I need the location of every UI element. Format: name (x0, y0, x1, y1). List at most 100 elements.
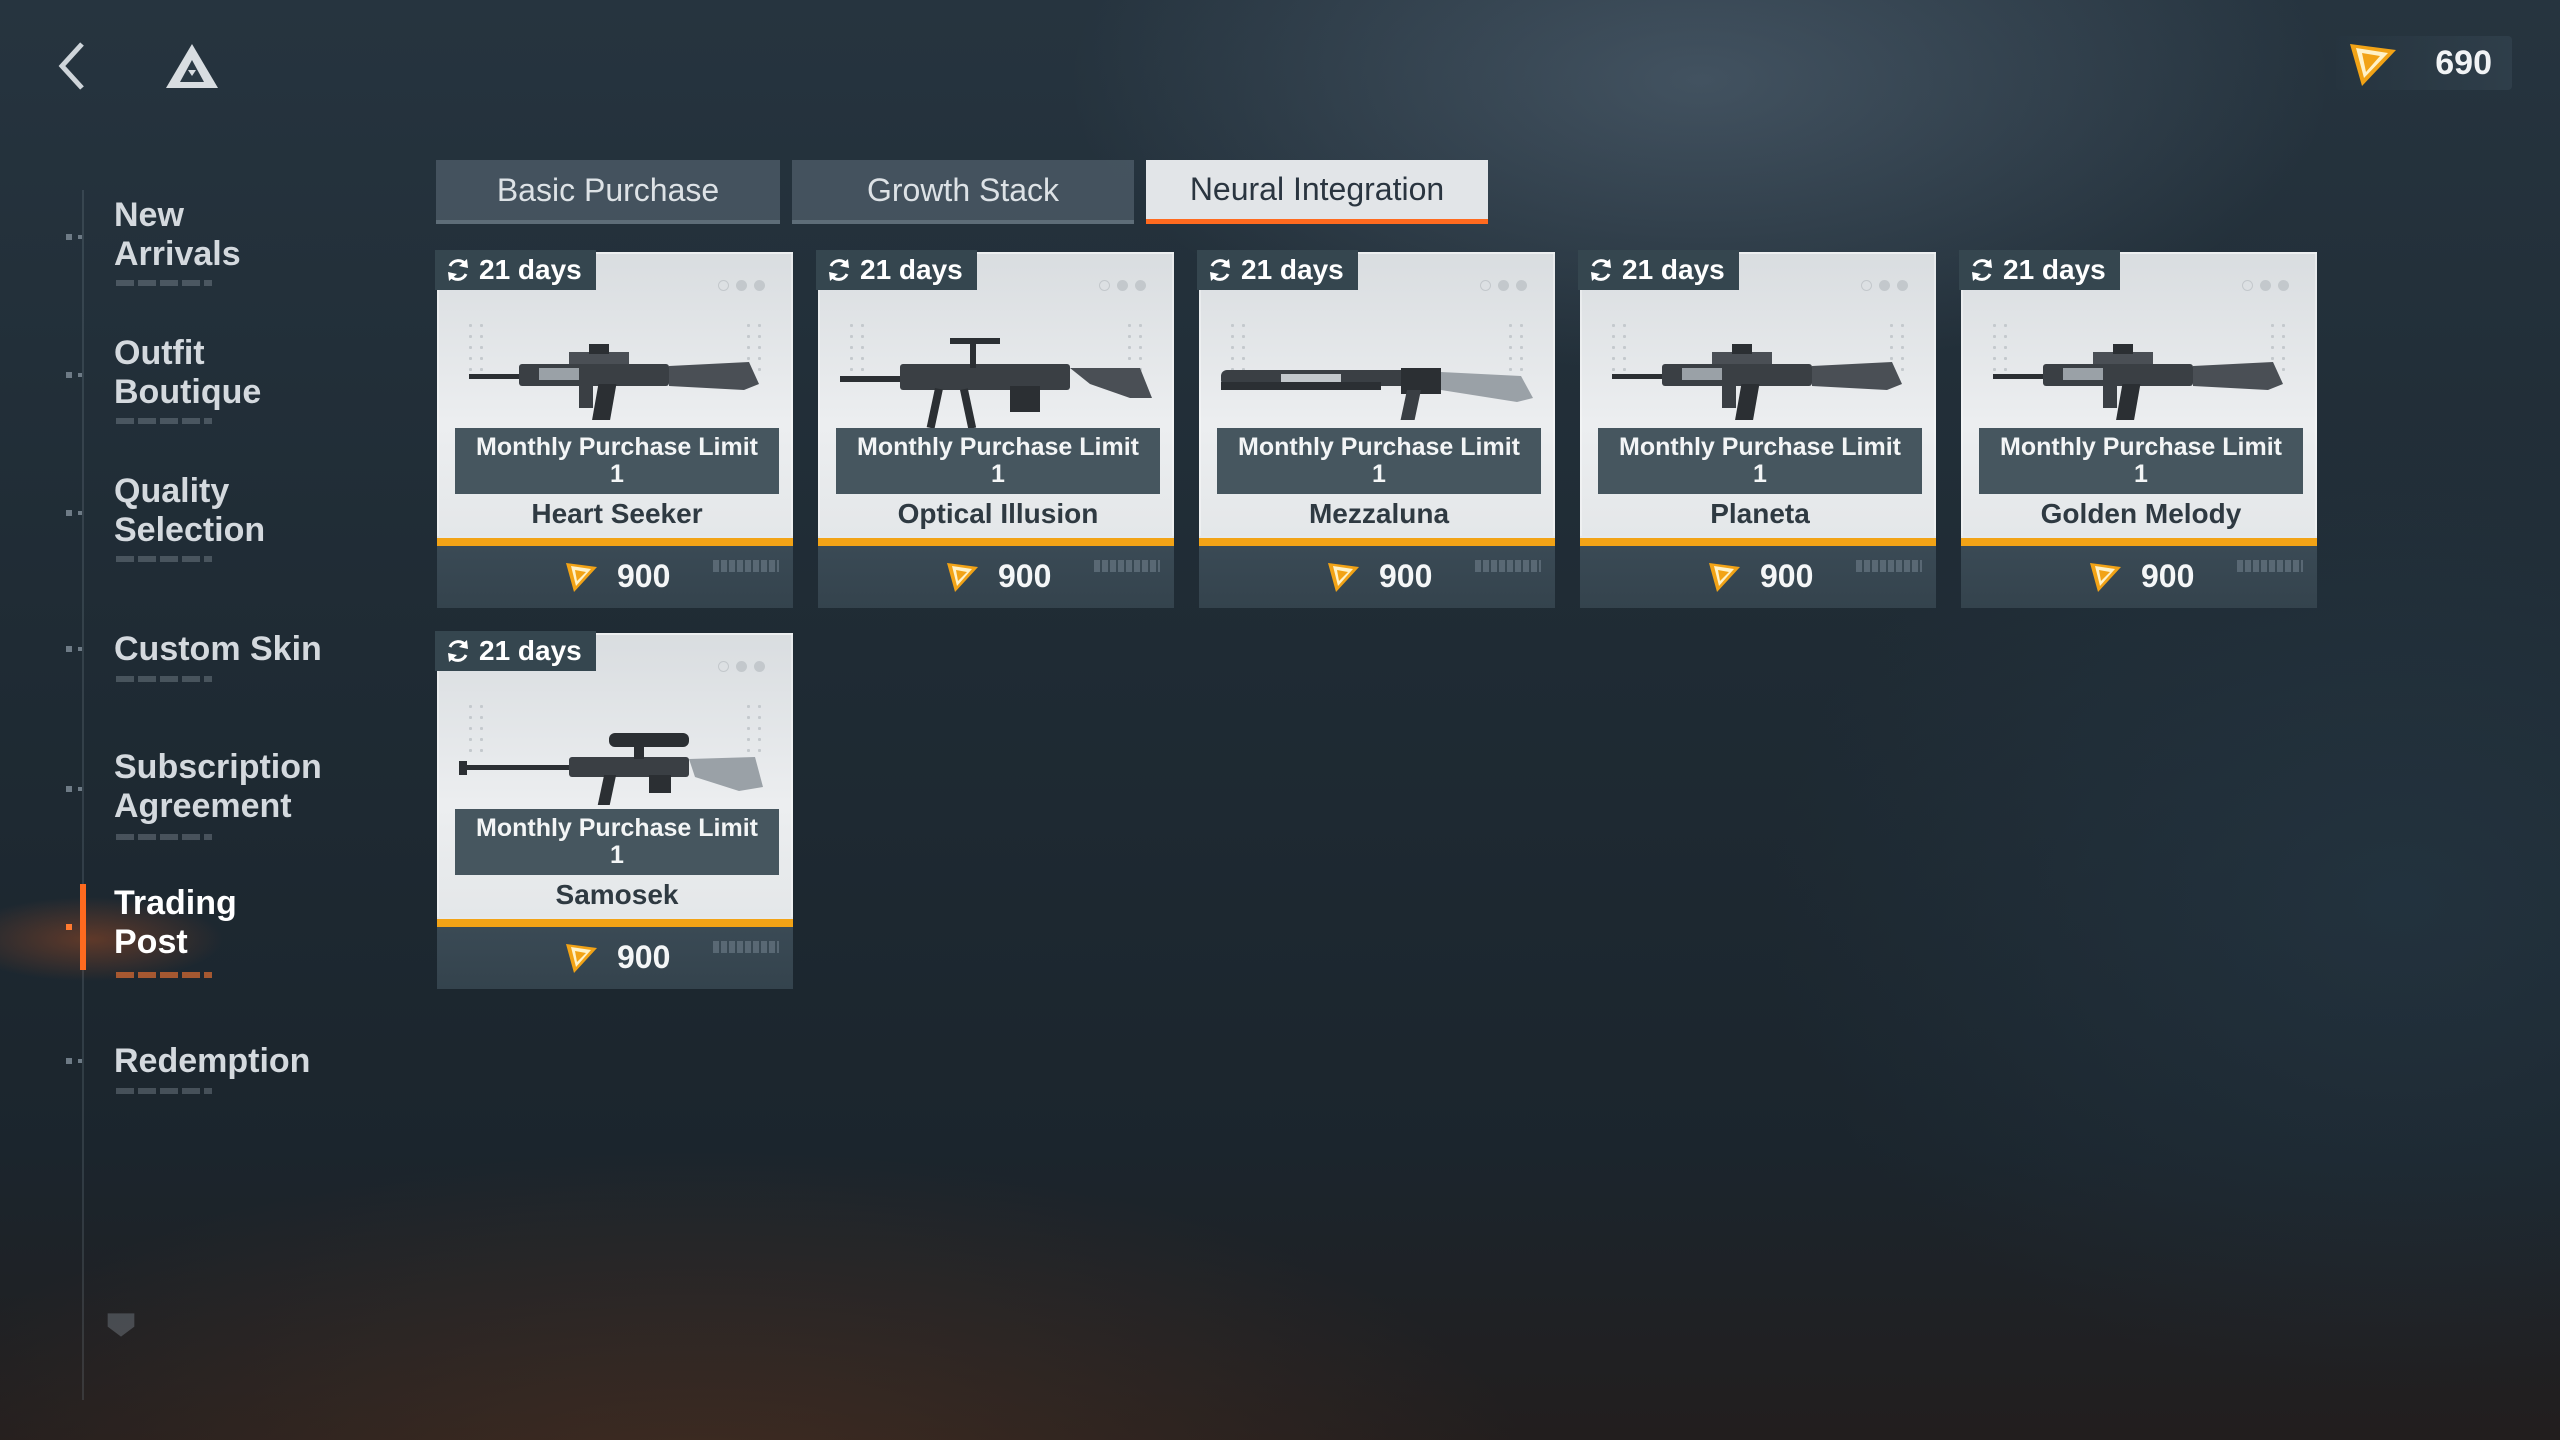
duration-text: 21 days (1622, 254, 1725, 285)
purchase-limit-text: Monthly Purchase Limit (476, 433, 758, 461)
category-tabs: Basic Purchase Growth Stack Neural Integ… (436, 160, 1488, 224)
refresh-icon (448, 640, 468, 662)
product-image-area: Monthly Purchase Limit 1 Planeta (1580, 252, 1936, 538)
product-card-golden-melody[interactable]: Monthly Purchase Limit 1 Golden Melody 9… (1959, 250, 2317, 608)
label-decoration (116, 834, 212, 840)
label-decoration (116, 556, 212, 562)
product-image-area: Monthly Purchase Limit 1 Samosek (437, 633, 793, 919)
tab-growth-stack[interactable]: Growth Stack (792, 160, 1134, 224)
product-price: 900 (2141, 558, 2195, 594)
currency-display: 690 (2336, 36, 2512, 90)
bullet (66, 786, 72, 792)
bullet (66, 372, 72, 378)
price-bar: 900 (437, 927, 793, 989)
currency-amount: 690 (2435, 43, 2492, 82)
product-name: Heart Seeker (531, 498, 703, 529)
purchase-limit-text: Monthly Purchase Limit (1619, 433, 1901, 461)
currency-triangle-icon (1709, 563, 1740, 592)
currency-triangle-icon (2090, 563, 2121, 592)
duration-badge: 21 days (435, 250, 596, 290)
product-name: Samosek (555, 879, 679, 910)
purchase-limit-value: 1 (1372, 460, 1386, 488)
bullet (78, 373, 82, 377)
page-dots (1480, 280, 1527, 291)
sidebar-item-trading-post[interactable]: Trading Post (0, 884, 360, 994)
product-card-samosek[interactable]: Monthly Purchase Limit 1 Samosek 900 21 … (435, 631, 793, 989)
page-dots (1861, 280, 1908, 291)
bullet (78, 787, 82, 791)
bullet (66, 1058, 72, 1064)
purchase-limit-text: Monthly Purchase Limit (476, 814, 758, 842)
product-card-mezzaluna[interactable]: Monthly Purchase Limit 1 Mezzaluna 900 2… (1197, 250, 1555, 608)
rarity-stripe (1961, 538, 2317, 546)
purchase-limit-label: Monthly Purchase Limit 1 (1217, 428, 1541, 494)
purchase-limit-label: Monthly Purchase Limit 1 (455, 428, 779, 494)
price-decoration (713, 560, 779, 572)
product-card-heart-seeker[interactable]: Monthly Purchase Limit 1 Heart Seeker 90… (435, 250, 793, 608)
bullet (66, 234, 72, 240)
duration-badge: 21 days (1197, 250, 1358, 290)
label-decoration (116, 676, 212, 682)
price-bar: 900 (437, 546, 793, 608)
product-image-area: Monthly Purchase Limit 1 Heart Seeker (437, 252, 793, 538)
price-bar: 900 (1199, 546, 1555, 608)
product-price: 900 (617, 558, 671, 594)
price-decoration (1856, 560, 1922, 572)
sidebar-item-custom-skin[interactable]: Custom Skin (0, 630, 360, 690)
sidebar-item-outfit-boutique[interactable]: Outfit Boutique (0, 334, 360, 434)
sidebar-item-label: New Arrivals (114, 196, 241, 273)
sidebar-item-quality-selection[interactable]: Quality Selection (0, 472, 360, 572)
product-name: Planeta (1710, 498, 1810, 529)
rarity-stripe (818, 538, 1174, 546)
purchase-limit-value: 1 (610, 460, 624, 488)
product-image-area: Monthly Purchase Limit 1 Optical Illusio… (818, 252, 1174, 538)
duration-text: 21 days (479, 635, 582, 666)
bullet (78, 511, 82, 515)
tab-basic-purchase[interactable]: Basic Purchase (436, 160, 780, 224)
back-button[interactable] (52, 36, 96, 96)
bullet (66, 646, 72, 652)
price-decoration (1094, 560, 1160, 572)
chevron-left-icon (58, 42, 84, 90)
product-price: 900 (617, 939, 671, 975)
product-card-optical-illusion[interactable]: Monthly Purchase Limit 1 Optical Illusio… (816, 250, 1174, 608)
rarity-stripe (437, 538, 793, 546)
sidebar-item-subscription-agreement[interactable]: Subscription Agreement (0, 748, 360, 848)
purchase-limit-text: Monthly Purchase Limit (2000, 433, 2282, 461)
sidebar-item-label: Redemption (114, 1042, 311, 1080)
bullet (66, 510, 72, 516)
sidebar-item-label: Custom Skin (114, 630, 322, 668)
label-decoration (116, 418, 212, 424)
currency-triangle-icon (1328, 563, 1359, 592)
product-card-planeta[interactable]: Monthly Purchase Limit 1 Planeta 900 21 … (1578, 250, 1936, 608)
sidebar-item-new-arrivals[interactable]: New Arrivals (0, 196, 360, 296)
currency-triangle-icon (947, 563, 978, 592)
purchase-limit-label: Monthly Purchase Limit 1 (1979, 428, 2303, 494)
duration-text: 21 days (2003, 254, 2106, 285)
rarity-stripe (437, 919, 793, 927)
product-price: 900 (1379, 558, 1433, 594)
tab-neural-integration[interactable]: Neural Integration (1146, 160, 1488, 224)
rarity-stripe (1580, 538, 1936, 546)
sidebar-item-label: Subscription Agreement (114, 748, 322, 825)
currency-triangle-icon (566, 944, 597, 973)
sidebar-item-label: Quality Selection (114, 472, 266, 549)
refresh-icon (829, 259, 849, 281)
duration-text: 21 days (1241, 254, 1344, 285)
product-price: 900 (998, 558, 1052, 594)
page-dots (1099, 280, 1146, 291)
price-decoration (2237, 560, 2303, 572)
currency-triangle-icon (566, 563, 597, 592)
duration-badge: 21 days (1578, 250, 1739, 290)
currency-triangle-icon (2350, 44, 2396, 86)
purchase-limit-text: Monthly Purchase Limit (857, 433, 1139, 461)
assault-rifle-icon (1612, 344, 1902, 420)
product-name: Mezzaluna (1308, 498, 1450, 529)
price-bar: 900 (818, 546, 1174, 608)
label-decoration (116, 1088, 212, 1094)
price-bar: 900 (1580, 546, 1936, 608)
duration-badge: 21 days (1959, 250, 2120, 290)
sidebar-item-redemption[interactable]: Redemption (0, 1042, 360, 1102)
purchase-limit-label: Monthly Purchase Limit 1 (836, 428, 1160, 494)
label-decoration (116, 972, 212, 978)
